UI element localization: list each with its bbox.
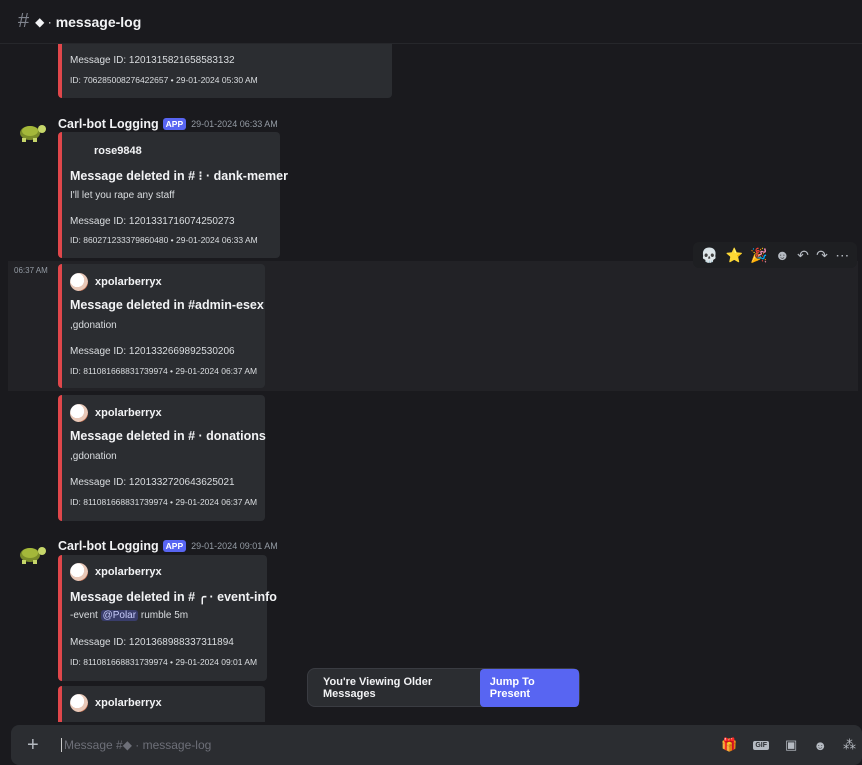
apps-icon[interactable]: ⁂ xyxy=(843,737,856,753)
message-header: Carl-bot Logging APP 29-01-2024 09:01 AM xyxy=(58,539,278,553)
message-actions-toolbar: 💀 ⭐ 🎉 ☻ ↶ ↷ ⋯ xyxy=(693,242,857,268)
log-embed: xpolarberryx xyxy=(58,686,265,722)
embed-title: Message deleted in # ╭ · event-info xyxy=(70,590,277,604)
log-embed: rose9848 Message deleted in # ⁝ · dank-m… xyxy=(58,132,288,258)
composer-icons: 🎁 GIF ▣ ☻ ⁂ xyxy=(721,737,856,753)
embed-description: ,gdonation xyxy=(70,320,117,331)
author-name[interactable]: Carl-bot Logging xyxy=(58,117,159,131)
embed-description: I'll let you rape any staff xyxy=(70,190,175,201)
user-avatar xyxy=(70,273,88,291)
embed-footer: ID: 811081668831739974 • 29-01-2024 09:0… xyxy=(70,657,258,667)
bot-avatar[interactable] xyxy=(16,538,48,570)
embed-title: Message deleted in #admin-esex xyxy=(70,298,264,312)
party-reaction-button[interactable]: 🎉 xyxy=(750,247,767,264)
more-icon[interactable]: ⋯ xyxy=(835,247,849,264)
app-badge: APP xyxy=(162,540,187,552)
reply-icon[interactable]: ↶ xyxy=(797,247,809,264)
gif-button[interactable]: GIF xyxy=(753,740,770,750)
gift-icon[interactable]: 🎁 xyxy=(721,737,737,753)
embed-footer: ID: 706285008276422657 • 29-01-2024 05:3… xyxy=(70,75,258,85)
channel-header: # ◆ · message-log xyxy=(0,0,862,44)
embed-footer: ID: 811081668831739974 • 29-01-2024 06:3… xyxy=(70,497,258,507)
embed-author: xpolarberryx xyxy=(70,563,162,581)
embed-description: -event @Polar rumble 5m xyxy=(70,610,188,621)
app-badge: APP xyxy=(162,118,187,130)
embed-footer: ID: 811081668831739974 • 29-01-2024 06:3… xyxy=(70,366,258,376)
embed-author-name: xpolarberryx xyxy=(95,697,162,709)
log-embed: xpolarberryx Message deleted in # ╭ · ev… xyxy=(58,555,277,681)
embed-author: rose9848 xyxy=(94,145,142,157)
embed-message-id: Message ID: 1201315821658583132 xyxy=(70,55,235,66)
side-timestamp: 06:37 AM xyxy=(14,266,48,275)
channel-title: message-log xyxy=(55,13,142,30)
embed-message-id: Message ID: 1201331716074250273 xyxy=(70,216,235,227)
user-avatar xyxy=(70,563,88,581)
embed-message-id: Message ID: 1201368988337311894 xyxy=(70,637,234,648)
bot-avatar[interactable] xyxy=(16,116,48,148)
upload-plus-icon[interactable]: + xyxy=(27,734,47,757)
embed-author-name: xpolarberryx xyxy=(95,407,162,419)
embed-author-name: rose9848 xyxy=(94,145,142,157)
embed-author: xpolarberryx xyxy=(70,273,162,291)
embed-author: xpolarberryx xyxy=(70,694,162,712)
message-input[interactable] xyxy=(61,738,722,752)
embed-message-id: Message ID: 1201332720643625021 xyxy=(70,477,235,488)
message-list[interactable]: Message ID: 1201315821658583132 ID: 7062… xyxy=(0,44,862,722)
embed-footer: ID: 860271233379860480 • 29-01-2024 06:3… xyxy=(70,235,258,245)
author-name[interactable]: Carl-bot Logging xyxy=(58,539,159,553)
embed-description: ,gdonation xyxy=(70,451,117,462)
user-mention[interactable]: @Polar xyxy=(100,610,139,621)
older-messages-bar: You're Viewing Older Messages Jump To Pr… xyxy=(307,668,580,707)
sticker-icon[interactable]: ▣ xyxy=(785,737,797,753)
embed-author-name: xpolarberryx xyxy=(95,276,162,288)
log-embed: xpolarberryx Message deleted in # · dona… xyxy=(58,395,266,521)
embed-author: xpolarberryx xyxy=(70,404,162,422)
log-embed: Message ID: 1201315821658583132 ID: 7062… xyxy=(58,44,392,98)
embed-author-name: xpolarberryx xyxy=(95,566,162,578)
star-reaction-button[interactable]: ⭐ xyxy=(725,247,742,264)
user-avatar xyxy=(70,694,88,712)
channel-hash-icon: # xyxy=(18,10,30,32)
skull-reaction-button[interactable]: 💀 xyxy=(701,247,718,264)
embed-description-suffix: rumble 5m xyxy=(140,610,189,621)
jump-to-present-button[interactable]: Jump To Present xyxy=(479,668,579,707)
embed-title: Message deleted in # · donations xyxy=(70,429,266,443)
log-embed: xpolarberryx Message deleted in #admin-e… xyxy=(58,264,265,388)
embed-message-id: Message ID: 1201332669892530206 xyxy=(70,346,235,357)
older-messages-text: You're Viewing Older Messages xyxy=(323,675,433,700)
forward-icon[interactable]: ↷ xyxy=(816,247,828,264)
message-timestamp: 29-01-2024 09:01 AM xyxy=(191,541,278,551)
add-reaction-icon[interactable]: ☻ xyxy=(775,247,790,263)
message-composer: + 🎁 GIF ▣ ☻ ⁂ xyxy=(11,725,862,765)
user-avatar xyxy=(70,404,88,422)
embed-description-prefix: -event xyxy=(70,610,98,621)
channel-tag: ◆ · xyxy=(35,14,52,29)
message-header: Carl-bot Logging APP 29-01-2024 06:33 AM xyxy=(58,117,278,131)
message-timestamp: 29-01-2024 06:33 AM xyxy=(191,119,278,129)
embed-title: Message deleted in # ⁝ · dank-memer xyxy=(70,169,288,183)
emoji-icon[interactable]: ☻ xyxy=(813,738,827,753)
